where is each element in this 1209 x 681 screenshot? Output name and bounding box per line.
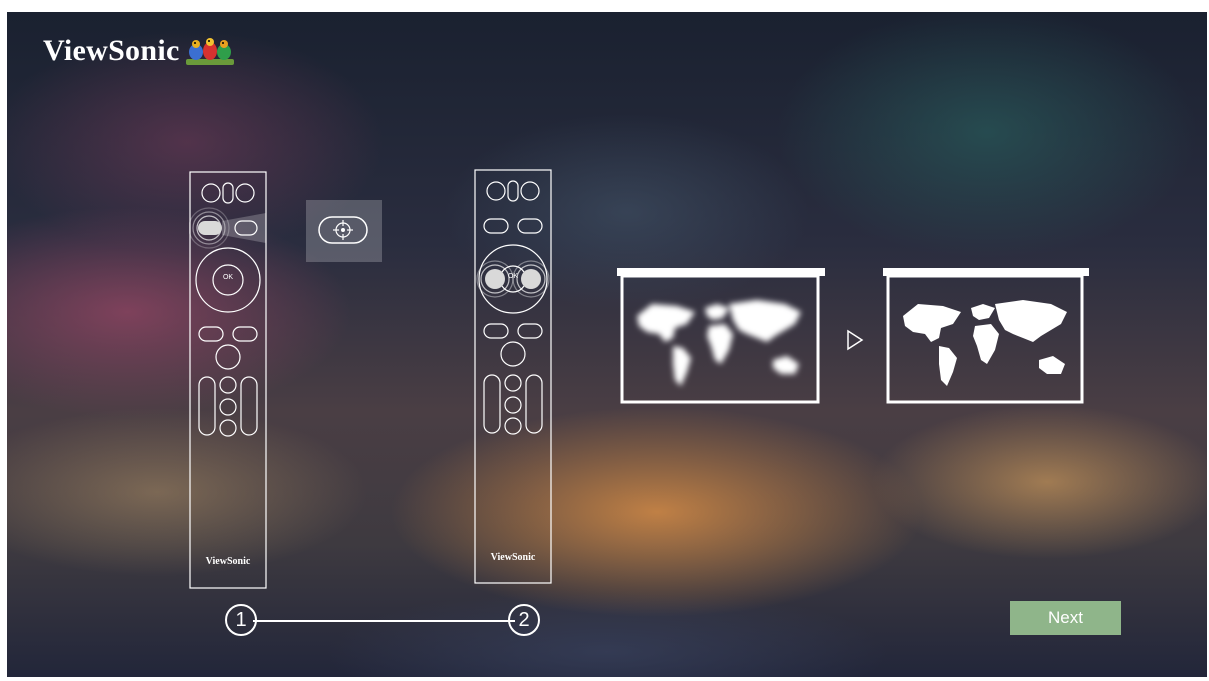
arrow-right-icon [847, 329, 864, 351]
brand-logo: ViewSonic [43, 34, 236, 68]
next-button[interactable]: Next [1010, 601, 1121, 635]
ok-label: OK [507, 273, 519, 280]
remote-brand-label: ViewSonic [490, 552, 536, 563]
remote-control-2: OK ViewSonic [474, 169, 552, 584]
focus-button-zoom [306, 200, 382, 262]
projection-screen-blurred [617, 268, 825, 404]
focus-button-highlight [198, 221, 222, 235]
brand-name: ViewSonic [43, 34, 180, 67]
remote-control-1: OK ViewSonic [188, 171, 267, 589]
world-map-blurred-icon [617, 268, 825, 404]
step-2-indicator: 2 [508, 604, 540, 636]
remote-brand-label: ViewSonic [205, 556, 251, 567]
remote-outline [188, 171, 267, 589]
ok-label: OK [222, 274, 234, 281]
step-progress-line [253, 620, 515, 622]
focus-target-icon [318, 216, 368, 244]
setup-screen: ViewSonic OK ViewSonic OK ViewSonic 1 2 … [7, 12, 1207, 677]
remote-outline [474, 169, 552, 584]
world-map-sharp-icon [883, 268, 1089, 404]
step-1-indicator: 1 [225, 604, 257, 636]
birds-logo-icon [185, 38, 234, 65]
projection-screen-sharp [883, 268, 1089, 404]
